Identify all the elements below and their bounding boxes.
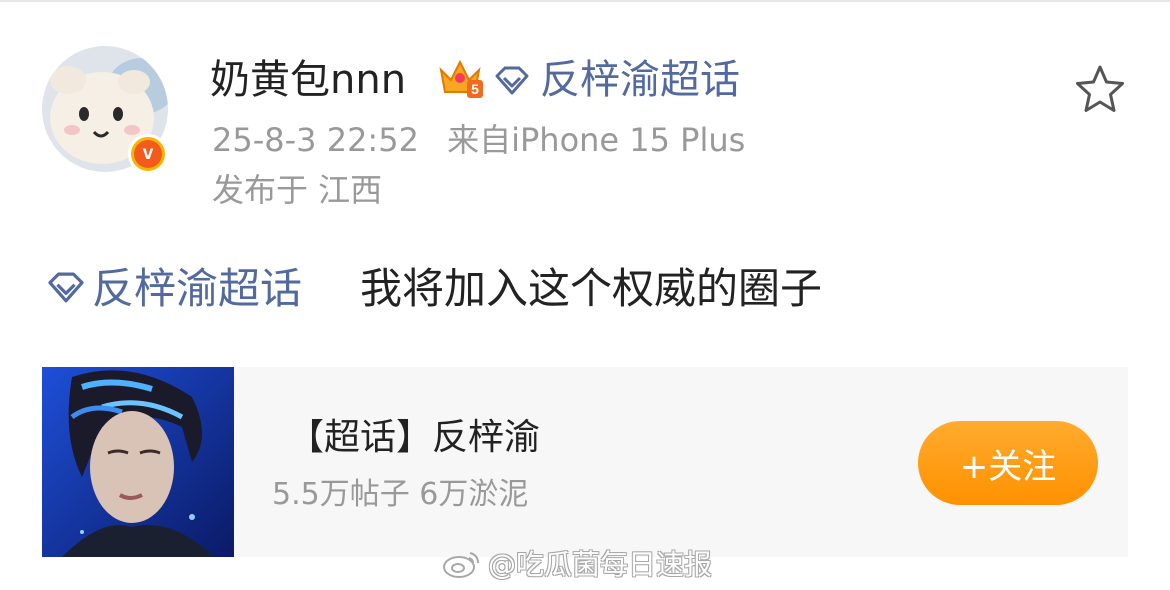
supertopic-diamond-icon [495,66,529,95]
verified-v-icon: v [134,140,162,168]
weibo-logo-icon [443,552,479,578]
crown-level-5-icon: 5 [439,59,483,98]
post-location: 发布于 江西 [212,171,383,209]
author-name[interactable]: 奶黄包nnn [210,56,406,104]
favorite-star-icon[interactable] [1074,64,1126,114]
supertopic-diamond-icon [48,272,84,303]
watermark-text: @吃瓜菌每日速报 [488,548,713,581]
post-meta: 25-8-3 22:52 来自iPhone 15 Plus [212,120,745,160]
supertopic-cover-image [42,367,234,557]
header-topic-link[interactable]: 反梓渝超话 [540,56,740,104]
supertopic-card[interactable]: 【超话】反梓渝 5.5万帖子 6万淤泥 +关注 [42,367,1128,557]
svg-text:5: 5 [471,81,479,97]
follow-button[interactable]: +关注 [918,421,1098,505]
watermark: @吃瓜菌每日速报 [442,542,712,584]
supertopic-stats: 5.5万帖子 6万淤泥 [272,477,529,512]
post-source: 来自iPhone 15 Plus [447,121,746,159]
supertopic-title: 【超话】反梓渝 [288,417,541,458]
post-body-text: 我将加入这个权威的圈子 [360,264,823,313]
top-divider [0,0,1170,2]
post-timestamp: 25-8-3 22:52 [212,121,419,159]
body-topic-link[interactable]: 反梓渝超话 [92,262,302,316]
verified-badge: v [128,134,168,174]
